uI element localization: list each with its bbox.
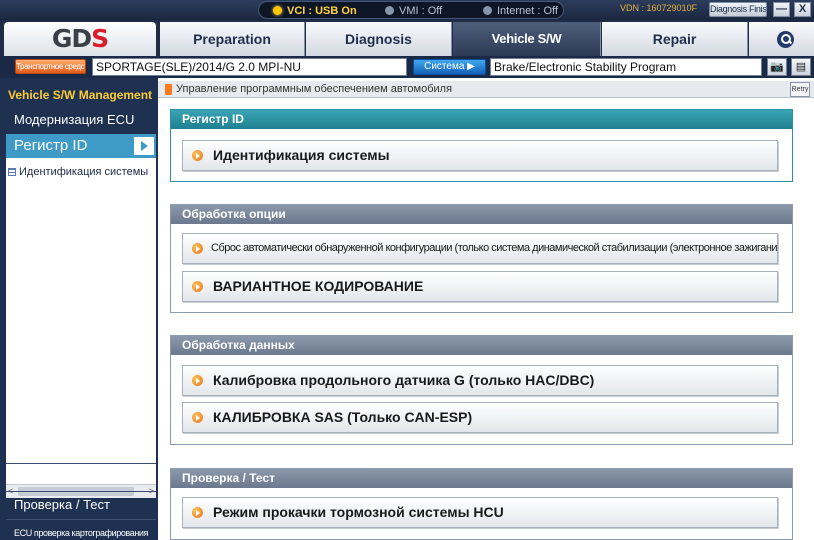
chevron-right-icon — [134, 137, 154, 155]
group-title: Обработка опции — [171, 205, 792, 224]
gds-logo: GDS — [4, 22, 156, 56]
breadcrumb-text: Управление программным обеспечением авто… — [176, 83, 453, 95]
group-id-register: Регистр ID Идентификация системы — [170, 109, 793, 182]
sidebar-header: Vehicle S/W Management — [0, 84, 158, 106]
button-label: КАЛИБРОВКА SAS (Только CAN-ESP) — [213, 409, 473, 425]
divider — [6, 519, 156, 520]
sidebar-item-ecu-upgrade[interactable]: Модернизация ECU — [6, 108, 156, 132]
vmi-status: VMI : Off — [385, 2, 442, 20]
system-select-button[interactable]: Система ▶ — [413, 59, 486, 75]
tree-item-label: Идентификация системы — [19, 166, 149, 178]
vehicle-selection-row: Транспортное средство SPORTAGE(SLE)/2014… — [0, 56, 814, 78]
group-option-processing: Обработка опции Сброс автоматически обна… — [170, 204, 793, 313]
sidebar: Vehicle S/W Management Модернизация ECU … — [0, 78, 158, 540]
button-label: Идентификация системы — [213, 147, 390, 163]
group-check-test: Проверка / Тест Режим прокачки тормозной… — [170, 468, 793, 540]
vci-status: VCI : USB On — [273, 2, 357, 20]
variant-coding-button[interactable]: ВАРИАНТНОЕ КОДИРОВАНИЕ — [182, 271, 778, 302]
sidebar-item-id-register[interactable]: Регистр ID — [6, 134, 156, 158]
arrow-bullet-icon — [192, 281, 203, 292]
vehicle-field[interactable]: SPORTAGE(SLE)/2014/G 2.0 MPI-NU — [92, 58, 407, 76]
tab-vehicle-sw-management[interactable]: Vehicle S/W Management — [453, 22, 601, 80]
group-title: Проверка / Тест — [171, 469, 792, 488]
button-label: ВАРИАНТНОЕ КОДИРОВАНИЕ — [213, 278, 424, 294]
button-label: Сброс автоматически обнаруженной конфигу… — [211, 242, 778, 254]
sidebar-item-check-test[interactable]: Проверка / Тест — [6, 493, 156, 517]
minimize-button[interactable]: — — [773, 2, 790, 17]
search-button[interactable] — [749, 22, 814, 56]
longitudinal-g-sensor-calibration-button[interactable]: Калибровка продольного датчика G (только… — [182, 365, 778, 396]
divider — [6, 463, 156, 464]
group-data-processing: Обработка данных Калибровка продольного … — [170, 335, 793, 445]
hcu-brake-bleeding-button[interactable]: Режим прокачки тормозной системы HCU — [182, 497, 778, 528]
print-icon[interactable]: ▤ — [791, 58, 811, 76]
arrow-bullet-icon — [192, 507, 203, 518]
button-label: Калибровка продольного датчика G (только… — [213, 372, 595, 388]
system-field[interactable]: Brake/Electronic Stability Program — [490, 58, 762, 76]
vmi-status-icon — [385, 6, 394, 15]
vehicle-select-button[interactable]: Транспортное средство — [15, 59, 86, 74]
sidebar-item-ecu-mapping-check[interactable]: ECU проверка картографирования — [6, 521, 156, 540]
main-panel: Управление программным обеспечением авто… — [158, 78, 814, 540]
tree-item-system-identification[interactable]: Идентификация системы — [8, 166, 148, 178]
camera-icon[interactable]: 📷 — [767, 58, 787, 76]
group-title: Обработка данных — [171, 336, 792, 355]
system-identification-button[interactable]: Идентификация системы — [182, 140, 778, 171]
search-icon — [777, 31, 794, 48]
arrow-bullet-icon — [192, 412, 203, 423]
title-bar: VCI : USB On VMI : Off Internet : Off VD… — [0, 0, 814, 20]
vci-status-text: VCI : USB On — [287, 5, 357, 17]
connection-status-bar: VCI : USB On VMI : Off Internet : Off — [258, 1, 564, 19]
reset-autodetected-config-button[interactable]: Сброс автоматически обнаруженной конфигу… — [182, 233, 778, 264]
breadcrumb: Управление программным обеспечением авто… — [158, 81, 814, 98]
tab-diagnosis[interactable]: Diagnosis — [306, 22, 452, 56]
internet-status-icon — [483, 6, 492, 15]
breadcrumb-icon — [165, 84, 172, 95]
sidebar-item-label: Регистр ID — [14, 137, 88, 154]
vmi-status-text: VMI : Off — [399, 5, 443, 17]
group-title: Регистр ID — [171, 110, 792, 129]
diagnosis-finish-button[interactable]: Diagnosis Finish — [709, 2, 767, 17]
sidebar-item-data-processing[interactable]: Обработка данных — [6, 465, 156, 489]
sidebar-item-option-processing[interactable]: Обработка опции — [6, 437, 156, 461]
list-icon — [8, 168, 16, 176]
retry-button[interactable]: Retry — [790, 82, 810, 97]
vdn-label: VDN : 160729010F — [620, 3, 698, 13]
logo-accent-text: S — [91, 24, 109, 53]
button-label: Режим прокачки тормозной системы HCU — [213, 504, 504, 520]
arrow-bullet-icon — [192, 243, 203, 254]
internet-status: Internet : Off — [483, 2, 558, 20]
tab-preparation[interactable]: Preparation — [160, 22, 305, 56]
logo-main-text: GD — [51, 24, 92, 53]
sas-calibration-button[interactable]: КАЛИБРОВКА SAS (Только CAN-ESP) — [182, 402, 778, 433]
arrow-bullet-icon — [192, 150, 203, 161]
divider — [6, 491, 156, 492]
close-button[interactable]: X — [794, 2, 811, 17]
arrow-bullet-icon — [192, 375, 203, 386]
main-nav: GDS Preparation Diagnosis Vehicle S/W Ma… — [0, 22, 814, 80]
internet-status-text: Internet : Off — [497, 5, 558, 17]
tab-repair[interactable]: Repair — [602, 22, 748, 56]
vci-status-icon — [273, 6, 282, 15]
